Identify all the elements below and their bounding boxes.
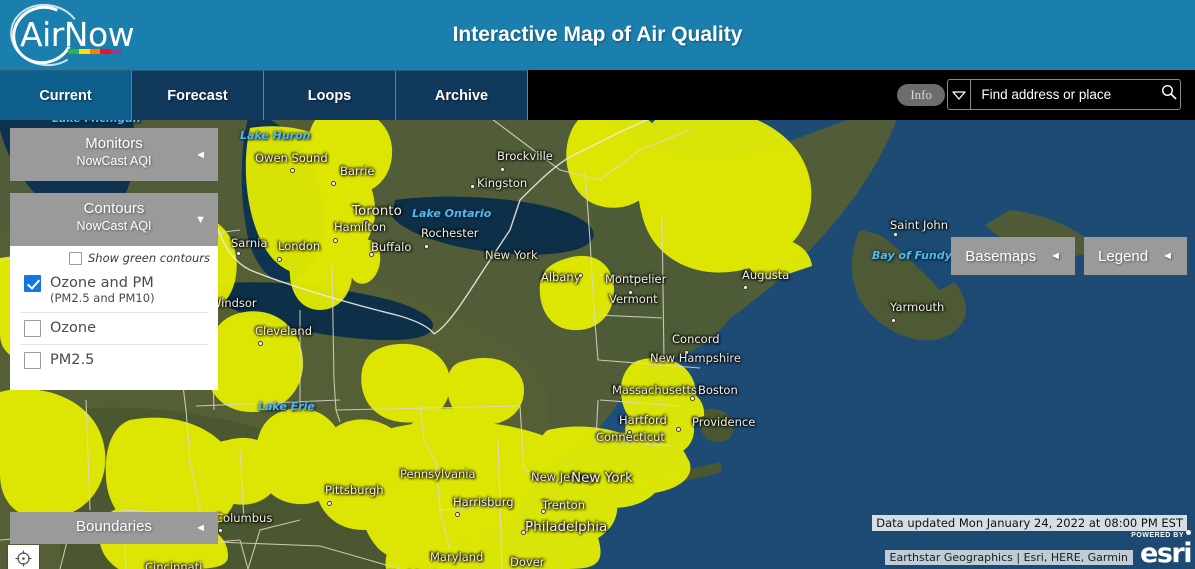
chevron-down-icon	[952, 90, 966, 100]
airnow-logo[interactable]: AirNow	[4, 0, 135, 73]
tab-current[interactable]: Current	[0, 70, 132, 120]
tab-archive[interactable]: Archive	[396, 70, 528, 120]
search-submit-button[interactable]	[1158, 84, 1180, 105]
info-button[interactable]: Info	[897, 84, 945, 106]
contour-option-text: PM2.5	[50, 352, 94, 369]
contour-options-list: Ozone and PM (PM2.5 and PM10) Ozone PM2.5	[20, 270, 208, 376]
page-header: AirNow Interactive Map of Air Quality	[0, 0, 1195, 73]
search-icon	[1161, 84, 1177, 105]
contour-option-label: PM2.5	[50, 351, 95, 368]
monitors-collapse-arrow-icon: ◄	[195, 148, 206, 161]
search-input[interactable]	[971, 87, 1159, 102]
contour-option-checkbox[interactable]	[24, 275, 41, 292]
locate-button[interactable]	[8, 545, 39, 569]
legend-arrow-icon: ◄	[1162, 250, 1173, 262]
basemaps-label: Basemaps	[965, 247, 1037, 265]
contour-option-ozone[interactable]: Ozone	[20, 311, 208, 344]
monitors-subtitle: NowCast AQI	[76, 154, 152, 168]
show-green-contours-label[interactable]: Show green contours	[88, 251, 210, 265]
logo-color-segment-1	[78, 49, 90, 54]
logo-color-segment-0	[68, 49, 79, 54]
logo-color-segment-3	[100, 49, 112, 54]
basemaps-button[interactable]: Basemaps ◄	[951, 237, 1075, 275]
contour-option-ozone-and-pm[interactable]: Ozone and PM (PM2.5 and PM10)	[20, 270, 208, 312]
logo-color-segment-4	[111, 49, 122, 54]
map-tool-stack: + −	[8, 545, 39, 569]
boundaries-collapse-arrow-icon: ◄	[195, 522, 206, 534]
contour-option-label: Ozone and PM	[50, 275, 154, 291]
basemaps-arrow-icon: ◄	[1050, 250, 1061, 262]
logo-color-segment-2	[89, 49, 101, 54]
contours-subtitle: NowCast AQI	[76, 219, 152, 233]
contour-option-checkbox[interactable]	[24, 351, 41, 369]
legend-button[interactable]: Legend ◄	[1084, 237, 1187, 275]
map-attribution-text: Earthstar Geographics | Esri, HERE, Garm…	[884, 550, 1133, 565]
search-box[interactable]	[947, 79, 1181, 110]
boundaries-title: Boundaries	[76, 518, 152, 535]
esri-wordmark: esri	[1140, 538, 1192, 569]
page-title: Interactive Map of Air Quality	[452, 23, 743, 46]
airnow-interactive-map-app: Lake MichiganLake HuronOwen SoundBarrieB…	[0, 0, 1195, 569]
contours-panel-toggle[interactable]: Contours NowCast AQI ▼	[10, 193, 218, 246]
tab-forecast[interactable]: Forecast	[132, 70, 264, 120]
tab-loops[interactable]: Loops	[264, 70, 396, 120]
contour-option-label: Ozone	[50, 319, 97, 336]
legend-label: Legend	[1098, 247, 1149, 265]
logo-aqi-color-bar	[68, 49, 122, 54]
contours-title: Contours	[83, 200, 145, 217]
monitors-title: Monitors	[85, 135, 143, 152]
show-green-contours-row[interactable]: Show green contours	[10, 246, 218, 270]
data-updated-text: Data updated Mon January 24, 2022 at 08:…	[872, 515, 1187, 531]
show-green-contours-checkbox[interactable]	[68, 251, 82, 265]
contour-option-text: Ozone and PM (PM2.5 and PM10)	[50, 275, 155, 305]
contour-option-pm2-5[interactable]: PM2.5	[20, 343, 208, 376]
locate-crosshair-icon	[15, 550, 32, 569]
contours-expand-arrow-icon: ▼	[195, 213, 206, 226]
search-source-dropdown[interactable]	[948, 80, 972, 109]
boundaries-panel-toggle[interactable]: Boundaries ◄	[10, 512, 218, 544]
contour-option-checkbox[interactable]	[24, 319, 41, 337]
contour-option-text: Ozone	[50, 320, 96, 337]
monitors-panel-toggle[interactable]: Monitors NowCast AQI ◄	[10, 128, 218, 181]
contour-option-sublabel: (PM2.5 and PM10)	[50, 290, 155, 305]
nav-tabs: Current Forecast Loops Archive	[0, 70, 528, 120]
contours-panel-body: Show green contours Ozone and PM (PM2.5 a…	[10, 246, 218, 390]
esri-logo: POWERED BY esri	[1131, 530, 1192, 569]
